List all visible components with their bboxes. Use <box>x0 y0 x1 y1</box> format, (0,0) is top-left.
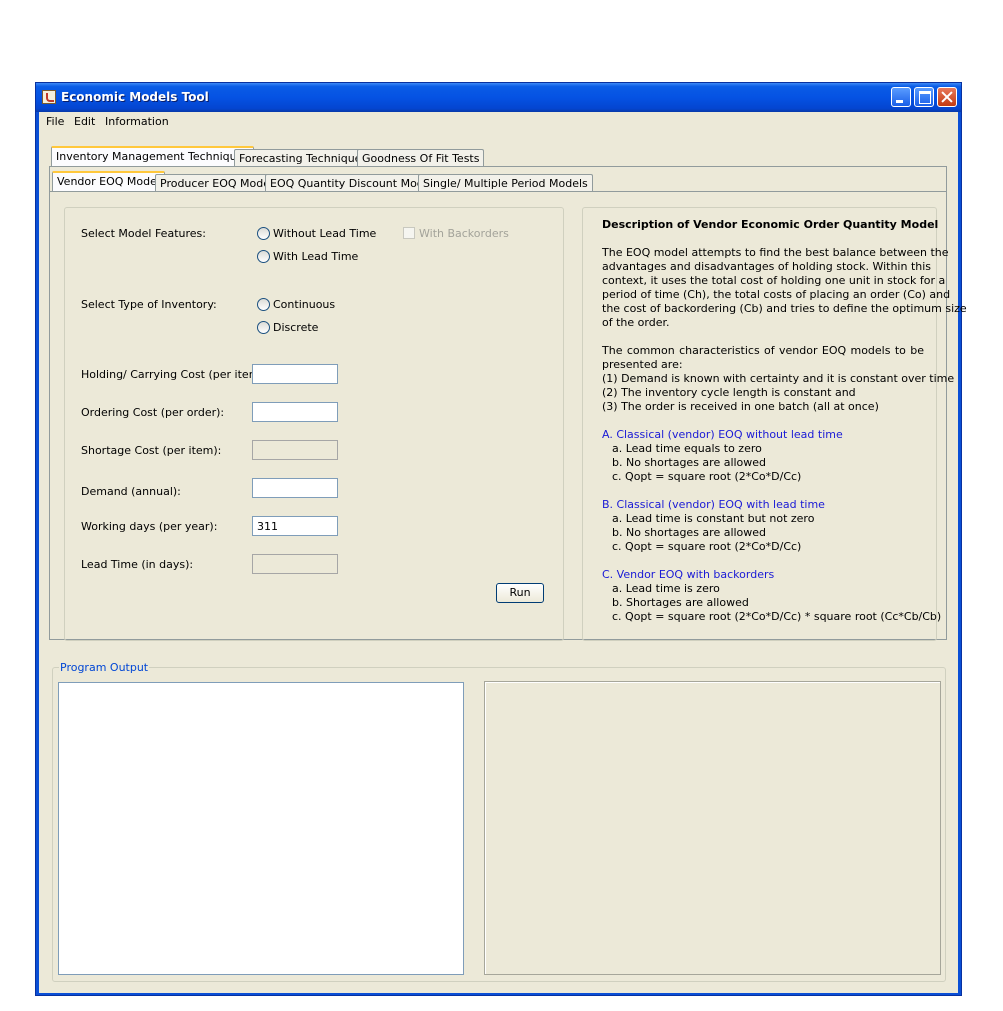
input-panel: Select Model Features: Without Lead Time… <box>64 207 564 641</box>
holding-cost-input[interactable] <box>252 364 338 384</box>
program-output-label: Program Output <box>59 661 150 674</box>
output-text-area[interactable] <box>58 682 464 975</box>
section-item: b. No shortages are allowed <box>612 456 767 469</box>
section-item: a. Lead time is zero <box>612 582 720 595</box>
holding-cost-label: Holding/ Carrying Cost (per item): <box>81 368 268 381</box>
program-output-group: Program Output <box>52 661 946 982</box>
demand-input[interactable] <box>252 478 338 498</box>
description-line: presented are: <box>602 358 683 371</box>
tab-single-multiple-period[interactable]: Single/ Multiple Period Models <box>418 174 593 192</box>
working-days-label: Working days (per year): <box>81 520 218 533</box>
description-line: of the order. <box>602 316 670 329</box>
description-line: (2) The inventory cycle length is consta… <box>602 386 856 399</box>
section-item: c. Qopt = square root (2*Co*D/Cc) * squa… <box>612 610 942 623</box>
with-lead-time-radio[interactable] <box>257 250 270 263</box>
ordering-cost-label: Ordering Cost (per order): <box>81 406 225 419</box>
inventory-tab-pane: Vendor EOQ Model Producer EOQ Model EOQ … <box>49 166 967 641</box>
section-item: b. No shortages are allowed <box>612 526 767 539</box>
section-heading: B. Classical (vendor) EOQ with lead time <box>602 498 825 511</box>
demand-label: Demand (annual): <box>81 485 181 498</box>
output-chart-panel <box>484 681 941 975</box>
section-heading: A. Classical (vendor) EOQ without lead t… <box>602 428 843 441</box>
menu-file[interactable]: File <box>46 115 64 128</box>
shortage-cost-label: Shortage Cost (per item): <box>81 444 222 457</box>
tab-eoq-quantity-discount[interactable]: EOQ Quantity Discount Model <box>265 174 439 192</box>
java-cup-icon <box>42 90 56 104</box>
title-bar[interactable]: Economic Models Tool <box>36 83 961 112</box>
discrete-label[interactable]: Discrete <box>273 321 318 334</box>
description-title: Description of Vendor Economic Order Qua… <box>602 218 939 231</box>
lead-time-input[interactable] <box>252 554 338 574</box>
tab-goodness-of-fit[interactable]: Goodness Of Fit Tests <box>357 149 485 167</box>
section-item: c. Qopt = square root (2*Co*D/Cc) <box>612 540 802 553</box>
section-item: a. Lead time equals to zero <box>612 442 762 455</box>
menu-bar: File Edit Information <box>39 112 958 131</box>
section-heading: C. Vendor EOQ with backorders <box>602 568 775 581</box>
continuous-label[interactable]: Continuous <box>273 298 335 311</box>
description-line: advantages and disadvantages of holding … <box>602 260 932 273</box>
menu-information[interactable]: Information <box>105 115 169 128</box>
description-line: (1) Demand is known with certainty and i… <box>602 372 955 385</box>
run-button[interactable]: Run <box>496 583 544 603</box>
tab-producer-eoq[interactable]: Producer EOQ Model <box>155 174 279 192</box>
without-lead-time-label[interactable]: Without Lead Time <box>273 227 376 240</box>
window-title: Economic Models Tool <box>61 90 209 104</box>
with-backorders-label[interactable]: With Backorders <box>419 227 509 240</box>
inventory-type-label: Select Type of Inventory: <box>81 298 217 311</box>
description-line: The EOQ model attempts to find the best … <box>602 246 949 259</box>
section-item: b. Shortages are allowed <box>612 596 749 609</box>
vendor-eoq-pane: Select Model Features: Without Lead Time… <box>50 191 967 641</box>
close-button[interactable] <box>937 87 957 107</box>
minimize-button[interactable] <box>891 87 911 107</box>
shortage-cost-input[interactable] <box>252 440 338 460</box>
lead-time-label: Lead Time (in days): <box>81 558 194 571</box>
model-features-label: Select Model Features: <box>81 227 206 240</box>
tab-vendor-eoq[interactable]: Vendor EOQ Model <box>52 171 165 191</box>
tab-inventory-management[interactable]: Inventory Management Techniques <box>51 146 255 166</box>
menu-edit[interactable]: Edit <box>74 115 95 128</box>
section-item: c. Qopt = square root (2*Co*D/Cc) <box>612 470 802 483</box>
description-line: (3) The order is received in one batch (… <box>602 400 879 413</box>
ordering-cost-input[interactable] <box>252 402 338 422</box>
description-line: The common characteristics of vendor EOQ… <box>602 344 924 357</box>
continuous-radio[interactable] <box>257 298 270 311</box>
section-item: a. Lead time is constant but not zero <box>612 512 815 525</box>
with-backorders-checkbox[interactable] <box>403 227 415 239</box>
description-line: the cost of backordering (Cb) and tries … <box>602 302 967 315</box>
without-lead-time-radio[interactable] <box>257 227 270 240</box>
window-content: File Edit Information Inventory Manageme… <box>39 112 967 993</box>
discrete-radio[interactable] <box>257 321 270 334</box>
description-panel: Description of Vendor Economic Order Qua… <box>582 207 967 641</box>
app-window: Economic Models Tool File Edit Informati… <box>35 82 967 996</box>
working-days-input[interactable] <box>252 516 338 536</box>
description-line: period of time (Ch), the total costs of … <box>602 288 951 301</box>
description-line: context, it uses the total cost of holdi… <box>602 274 946 287</box>
with-lead-time-label[interactable]: With Lead Time <box>273 250 358 263</box>
tab-forecasting[interactable]: Forecasting Techniques <box>234 149 373 167</box>
maximize-button[interactable] <box>914 87 934 107</box>
